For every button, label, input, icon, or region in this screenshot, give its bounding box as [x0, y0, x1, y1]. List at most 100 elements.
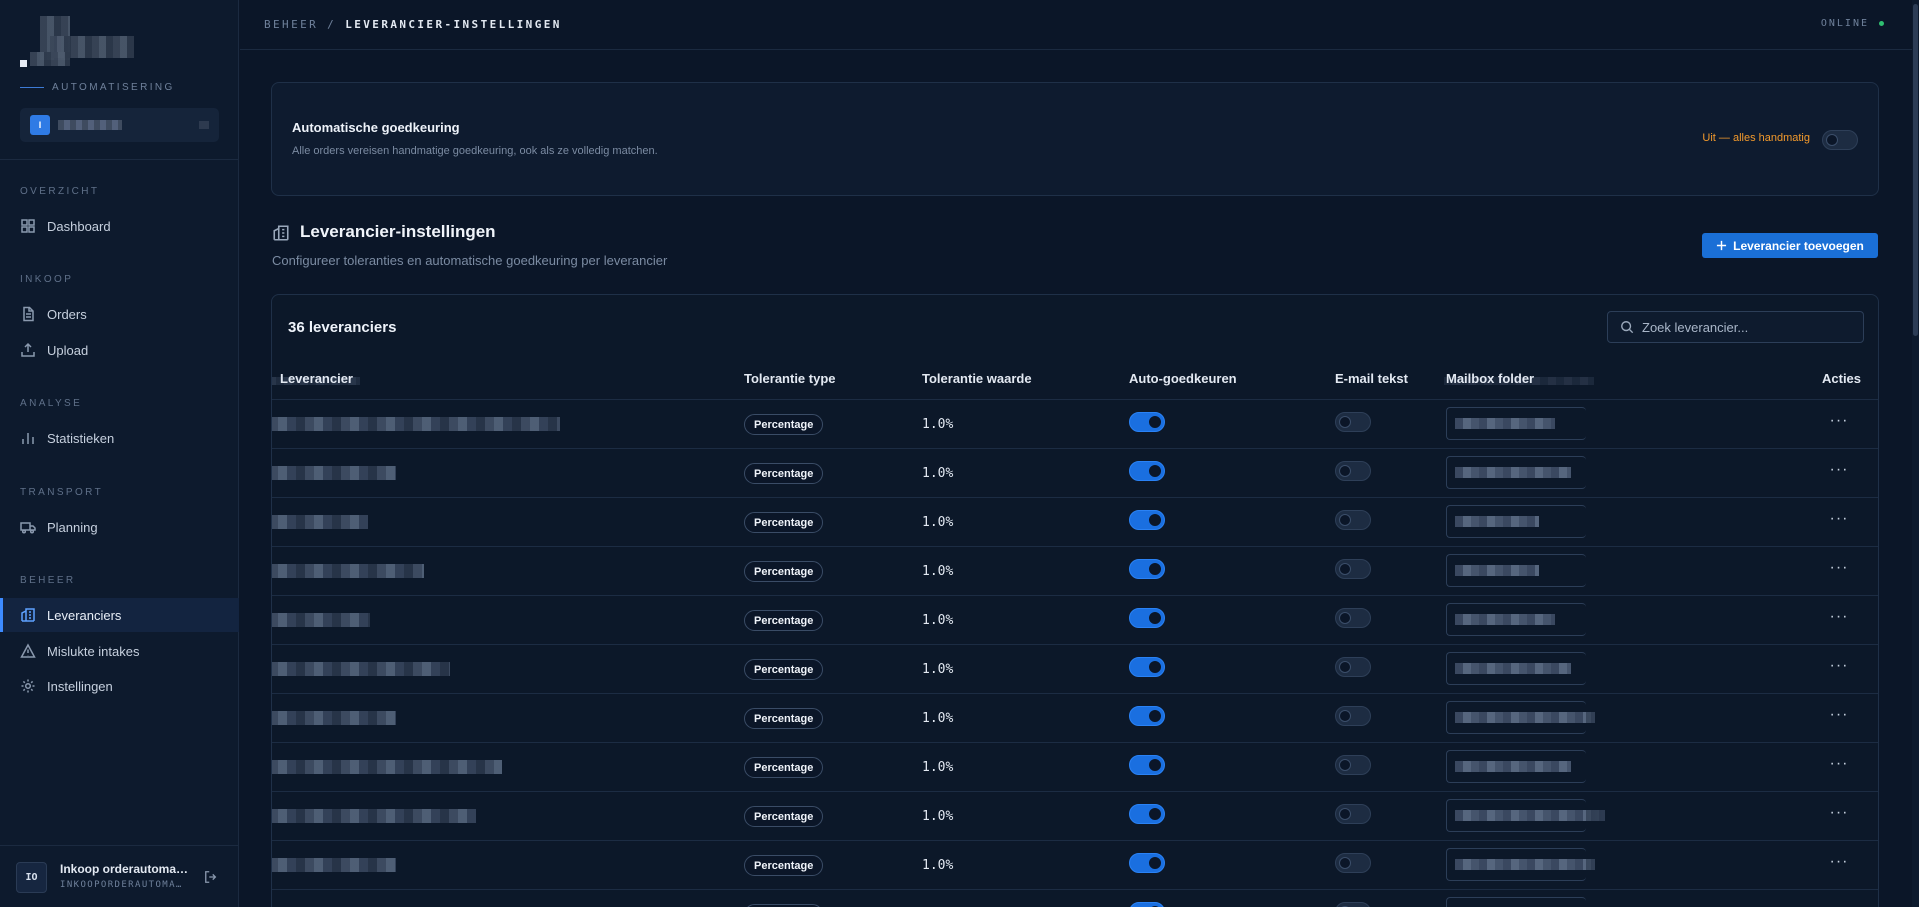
email-text-toggle[interactable] — [1335, 559, 1371, 579]
supplier-name-redacted[interactable] — [272, 662, 450, 676]
row-actions-button[interactable]: ··· — [1827, 805, 1851, 826]
table-row[interactable]: Percentage1.0%··· — [272, 546, 1878, 595]
row-actions-button[interactable]: ··· — [1827, 413, 1851, 434]
mailbox-folder-field[interactable] — [1446, 848, 1595, 881]
auto-approve-toggle[interactable] — [1129, 608, 1165, 628]
mailbox-folder-field[interactable] — [1446, 799, 1605, 832]
search-box[interactable] — [1607, 311, 1864, 343]
auto-approve-toggle[interactable] — [1129, 657, 1165, 677]
row-actions-button[interactable]: ··· — [1827, 609, 1851, 630]
row-actions-button[interactable]: ··· — [1827, 511, 1851, 532]
auto-approve-toggle[interactable] — [1129, 461, 1165, 481]
auto-approve-toggle[interactable] — [1129, 559, 1165, 579]
table-row[interactable]: Percentage1.0%··· — [272, 791, 1878, 840]
email-text-toggle[interactable] — [1335, 902, 1371, 907]
mailbox-folder-field[interactable] — [1446, 897, 1586, 907]
auto-approval-toggle[interactable] — [1822, 130, 1858, 150]
search-input[interactable] — [1642, 319, 1842, 335]
auto-approve-toggle[interactable] — [1129, 412, 1165, 432]
auto-approve-toggle[interactable] — [1129, 755, 1165, 775]
table-row[interactable]: Percentage1.0%··· — [272, 840, 1878, 889]
sidebar-item-mislukte-intakes[interactable]: Mislukte intakes — [0, 634, 239, 668]
nav-section-transport: TRANSPORT — [20, 487, 104, 498]
mailbox-folder-field[interactable] — [1446, 456, 1586, 489]
row-actions-button[interactable]: ··· — [1827, 658, 1851, 679]
mailbox-field-fade — [1586, 456, 1646, 489]
mailbox-folder-field[interactable] — [1446, 750, 1586, 783]
column-header-email-tekst[interactable]: E-mail tekst — [1335, 371, 1408, 386]
supplier-name-redacted[interactable] — [272, 466, 396, 480]
page-scrollbar[interactable] — [1912, 0, 1919, 907]
email-text-toggle[interactable] — [1335, 755, 1371, 775]
email-text-toggle[interactable] — [1335, 657, 1371, 677]
mailbox-folder-field[interactable] — [1446, 603, 1586, 636]
email-text-toggle[interactable] — [1335, 608, 1371, 628]
auto-approve-toggle[interactable] — [1129, 510, 1165, 530]
table-row[interactable]: Percentage1.0%··· — [272, 497, 1878, 546]
nav-section-analyse: ANALYSE — [20, 398, 83, 409]
row-actions-button[interactable]: ··· — [1827, 756, 1851, 777]
search-icon — [1621, 321, 1634, 334]
table-row[interactable]: Percentage1.0%··· — [272, 448, 1878, 497]
tolerance-type-badge: Percentage — [744, 512, 824, 533]
add-supplier-button[interactable]: Leverancier toevoegen — [1702, 233, 1878, 258]
table-row[interactable]: Percentage1.0%··· — [272, 644, 1878, 693]
sidebar-item-dashboard[interactable]: Dashboard — [0, 209, 239, 243]
truck-icon — [20, 522, 36, 534]
email-text-toggle[interactable] — [1335, 412, 1371, 432]
auto-approve-toggle[interactable] — [1129, 706, 1165, 726]
email-text-toggle[interactable] — [1335, 853, 1371, 873]
toggle-knob — [1339, 710, 1351, 722]
brand-logo[interactable] — [20, 16, 136, 68]
email-text-toggle[interactable] — [1335, 510, 1371, 530]
mailbox-field-fade — [1586, 407, 1646, 440]
sidebar-item-statistieken[interactable]: Statistieken — [0, 421, 239, 455]
organization-selector[interactable]: I — [20, 108, 219, 142]
email-text-toggle[interactable] — [1335, 461, 1371, 481]
column-header-tolerantie-waarde[interactable]: Tolerantie waarde — [922, 371, 1032, 386]
auto-approve-toggle[interactable] — [1129, 853, 1165, 873]
table-row[interactable]: Percentage1.0%··· — [272, 742, 1878, 791]
supplier-name-redacted[interactable] — [272, 515, 368, 529]
sidebar-item-instellingen[interactable]: Instellingen — [0, 669, 239, 703]
column-header-tolerantie-type[interactable]: Tolerantie type — [744, 371, 836, 386]
row-actions-button[interactable]: ··· — [1827, 560, 1851, 581]
sidebar-item-orders[interactable]: Orders — [0, 297, 239, 331]
tolerance-value: 1.0% — [922, 760, 954, 775]
supplier-name-redacted[interactable] — [272, 858, 396, 872]
column-header-auto-goedkeuren[interactable]: Auto-goedkeuren — [1129, 371, 1237, 386]
breadcrumb-parent[interactable]: BEHEER — [264, 18, 318, 31]
supplier-name-redacted[interactable] — [272, 760, 502, 774]
table-row[interactable]: Percentage1.0%··· — [272, 693, 1878, 742]
logout-icon[interactable] — [204, 870, 218, 884]
auto-approve-toggle[interactable] — [1129, 804, 1165, 824]
supplier-name-redacted[interactable] — [272, 417, 560, 431]
row-actions-button[interactable]: ··· — [1827, 462, 1851, 483]
mailbox-folder-field[interactable] — [1446, 505, 1586, 538]
scrollbar-thumb[interactable] — [1913, 4, 1918, 336]
supplier-name-redacted[interactable] — [272, 711, 396, 725]
mailbox-folder-field[interactable] — [1446, 407, 1586, 440]
toggle-knob — [1149, 759, 1161, 771]
avatar[interactable]: IO — [16, 862, 47, 893]
supplier-name-redacted[interactable] — [272, 613, 370, 627]
sidebar-item-leveranciers[interactable]: Leveranciers — [0, 598, 239, 632]
sidebar-item-planning[interactable]: Planning — [0, 510, 239, 544]
table-row[interactable]: Percentage1.0%··· — [272, 595, 1878, 644]
row-actions-button[interactable]: ··· — [1827, 854, 1851, 875]
supplier-name-redacted[interactable] — [272, 564, 424, 578]
mailbox-folder-field[interactable] — [1446, 701, 1595, 734]
supplier-name-redacted[interactable] — [272, 809, 476, 823]
sidebar-item-upload[interactable]: Upload — [0, 333, 239, 367]
toggle-knob — [1149, 857, 1161, 869]
column-header-mailbox-folder[interactable]: Mailbox folder — [1446, 371, 1534, 386]
mailbox-folder-field[interactable] — [1446, 554, 1586, 587]
column-header-leverancier[interactable]: Leverancier — [280, 371, 353, 386]
email-text-toggle[interactable] — [1335, 804, 1371, 824]
row-actions-button[interactable]: ··· — [1827, 707, 1851, 728]
email-text-toggle[interactable] — [1335, 706, 1371, 726]
auto-approve-toggle[interactable] — [1129, 902, 1165, 907]
mailbox-folder-field[interactable] — [1446, 652, 1586, 685]
table-row[interactable]: Percentage1.0%··· — [272, 399, 1878, 448]
table-row[interactable]: Percentage1.0%··· — [272, 889, 1878, 907]
